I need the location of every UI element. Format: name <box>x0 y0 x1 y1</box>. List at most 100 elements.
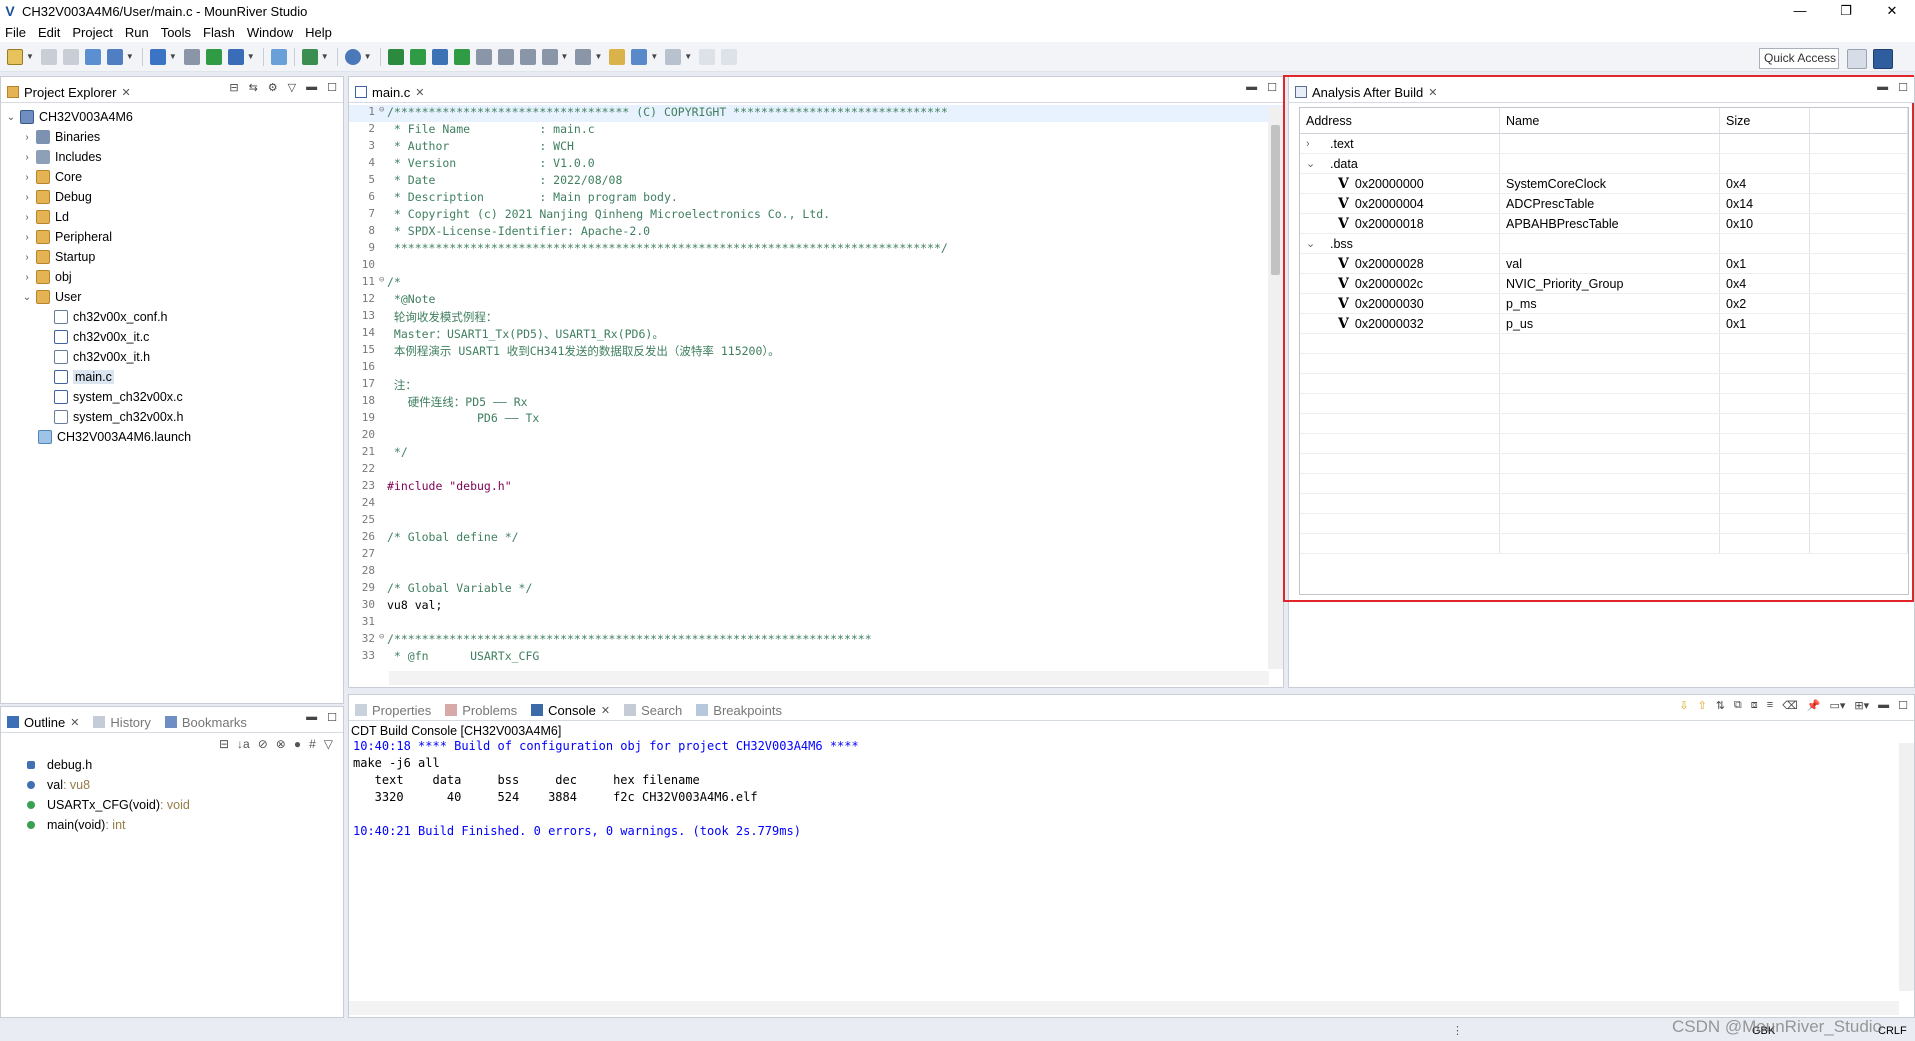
scroll-up-icon[interactable]: ⇧ <box>1697 699 1706 712</box>
clear-console-icon[interactable]: ⌫ <box>1782 699 1798 712</box>
console-output[interactable]: 10:40:18 **** Build of configuration obj… <box>349 739 1914 841</box>
code-line[interactable]: 32 ⊖/************************************… <box>349 632 1283 649</box>
fold-marker[interactable] <box>379 309 387 326</box>
chevron-right-icon[interactable]: › <box>21 132 33 143</box>
fold-marker[interactable]: ⊖ <box>379 275 387 292</box>
tab-project-explorer[interactable]: Project Explorer ✕ <box>1 78 139 102</box>
save-all-icon[interactable] <box>62 48 79 65</box>
outline-item[interactable]: val : vu8 <box>1 775 343 795</box>
sync-icon[interactable] <box>721 48 738 65</box>
chevron-right-icon[interactable]: › <box>21 152 33 163</box>
view-menu-icon[interactable]: ▽ <box>288 81 296 94</box>
save-icon[interactable] <box>40 48 57 65</box>
tree-item-file[interactable]: ch32v00x_it.h <box>1 347 343 367</box>
close-icon[interactable]: ✕ <box>70 716 79 729</box>
table-row[interactable]: V 0x20000018 APBAHBPrescTable 0x10 <box>1300 214 1908 234</box>
line-ending-indicator[interactable]: CRLF <box>1878 1025 1907 1037</box>
hide-nonpublic-icon[interactable]: ● <box>294 737 301 751</box>
code-line[interactable]: 10 <box>349 258 1283 275</box>
tree-item-includes[interactable]: › Includes <box>1 147 343 167</box>
code-line[interactable]: 16 <box>349 360 1283 377</box>
code-line[interactable]: 17 注： <box>349 377 1283 394</box>
close-icon[interactable]: ✕ <box>121 86 130 99</box>
chevron-right-icon[interactable]: › <box>21 252 33 263</box>
tab-properties[interactable]: Properties <box>349 696 440 720</box>
section-row[interactable]: › .text <box>1300 134 1908 154</box>
column-header-name[interactable]: Name <box>1500 108 1720 133</box>
console-vertical-scrollbar[interactable] <box>1899 743 1914 991</box>
tree-item-binaries[interactable]: › Binaries <box>1 127 343 147</box>
chevron-right-icon[interactable]: › <box>21 192 33 203</box>
sort-icon[interactable]: ↓a <box>237 737 250 751</box>
code-editor[interactable]: 1 ⊖/********************************** (C… <box>349 103 1283 666</box>
table-row[interactable]: V 0x20000000 SystemCoreClock 0x4 <box>1300 174 1908 194</box>
column-header-address[interactable]: Address <box>1300 108 1500 133</box>
minimize-icon[interactable]: ▬ <box>306 81 317 94</box>
tab-breakpoints[interactable]: Breakpoints <box>690 696 790 720</box>
fold-marker[interactable] <box>379 581 387 598</box>
minimize-icon[interactable]: ▬ <box>1878 699 1889 712</box>
fold-marker[interactable] <box>379 615 387 632</box>
fold-marker[interactable] <box>379 462 387 479</box>
code-line[interactable]: 3 * Author : WCH <box>349 139 1283 156</box>
scroll-lock-icon[interactable]: ⇅ <box>1716 699 1725 712</box>
paste-icon[interactable]: ⧈ <box>1751 699 1758 712</box>
manage-config-icon[interactable] <box>106 48 123 65</box>
tree-item-user[interactable]: ⌄ User <box>1 287 343 307</box>
fold-marker[interactable] <box>379 360 387 377</box>
chevron-right-icon[interactable]: › <box>21 272 33 283</box>
table-row[interactable]: V 0x20000028 val 0x1 <box>1300 254 1908 274</box>
code-line[interactable]: 8 * SPDX-License-Identifier: Apache-2.0 <box>349 224 1283 241</box>
close-icon[interactable]: ✕ <box>415 86 424 99</box>
pin-console-icon[interactable]: 📌 <box>1807 699 1821 712</box>
code-line[interactable]: 7 * Copyright (c) 2021 Nanjing Qinheng M… <box>349 207 1283 224</box>
menu-help[interactable]: Help <box>300 25 339 40</box>
code-line[interactable]: 22 <box>349 462 1283 479</box>
code-line[interactable]: 5 * Date : 2022/08/08 <box>349 173 1283 190</box>
terminal-icon[interactable] <box>431 48 448 65</box>
open-type-icon[interactable] <box>227 48 244 65</box>
column-header-size[interactable]: Size <box>1720 108 1810 133</box>
debug-icon[interactable] <box>301 48 318 65</box>
code-line[interactable]: 2 * File Name : main.c <box>349 122 1283 139</box>
hide-fields-icon[interactable]: ⊘ <box>258 737 268 751</box>
quick-access-input[interactable]: Quick Access <box>1759 48 1839 69</box>
close-button[interactable]: ✕ <box>1869 0 1915 22</box>
hide-static-icon[interactable]: ⊗ <box>276 737 286 751</box>
section-row[interactable]: ⌄ .data <box>1300 154 1908 174</box>
tree-item-file[interactable]: system_ch32v00x.h <box>1 407 343 427</box>
forward-icon[interactable] <box>665 48 682 65</box>
menu-edit[interactable]: Edit <box>33 25 67 40</box>
minimize-icon[interactable]: ▬ <box>1246 81 1257 94</box>
close-icon[interactable]: ✕ <box>1428 86 1437 99</box>
fold-marker[interactable] <box>379 122 387 139</box>
tree-item-core[interactable]: › Core <box>1 167 343 187</box>
maximize-icon[interactable]: ☐ <box>1898 81 1908 94</box>
fold-marker[interactable] <box>379 564 387 581</box>
close-icon[interactable]: ✕ <box>601 704 610 717</box>
code-line[interactable]: 13 轮询收发模式例程： <box>349 309 1283 326</box>
code-line[interactable]: 11 ⊖/* <box>349 275 1283 292</box>
restore-button[interactable]: ❐ <box>1823 0 1869 22</box>
mrs-perspective-icon[interactable] <box>1873 49 1893 69</box>
collapse-all-icon[interactable]: ⊟ <box>219 737 229 751</box>
tab-main-c[interactable]: main.c ✕ <box>349 78 433 102</box>
fold-marker[interactable] <box>379 292 387 309</box>
fold-marker[interactable] <box>379 326 387 343</box>
code-line[interactable]: 31 <box>349 615 1283 632</box>
table-row[interactable]: V 0x20000032 p_us 0x1 <box>1300 314 1908 334</box>
filter-icon[interactable]: ⚙ <box>268 81 278 94</box>
indent-icon[interactable] <box>475 48 492 65</box>
fold-marker[interactable] <box>379 598 387 615</box>
console-horizontal-scrollbar[interactable] <box>349 1001 1899 1015</box>
pin-icon[interactable] <box>699 48 716 65</box>
menu-run[interactable]: Run <box>120 25 156 40</box>
tree-item-startup[interactable]: › Startup <box>1 247 343 267</box>
tree-item-file-selected[interactable]: main.c <box>1 367 343 387</box>
fold-marker[interactable]: ⊖ <box>379 632 387 649</box>
code-line[interactable]: 30 vu8 val; <box>349 598 1283 615</box>
fold-marker[interactable] <box>379 479 387 496</box>
scroll-down-icon[interactable]: ⇩ <box>1679 699 1688 712</box>
minimize-icon[interactable]: ▬ <box>1877 81 1888 94</box>
outdent-icon[interactable] <box>497 48 514 65</box>
